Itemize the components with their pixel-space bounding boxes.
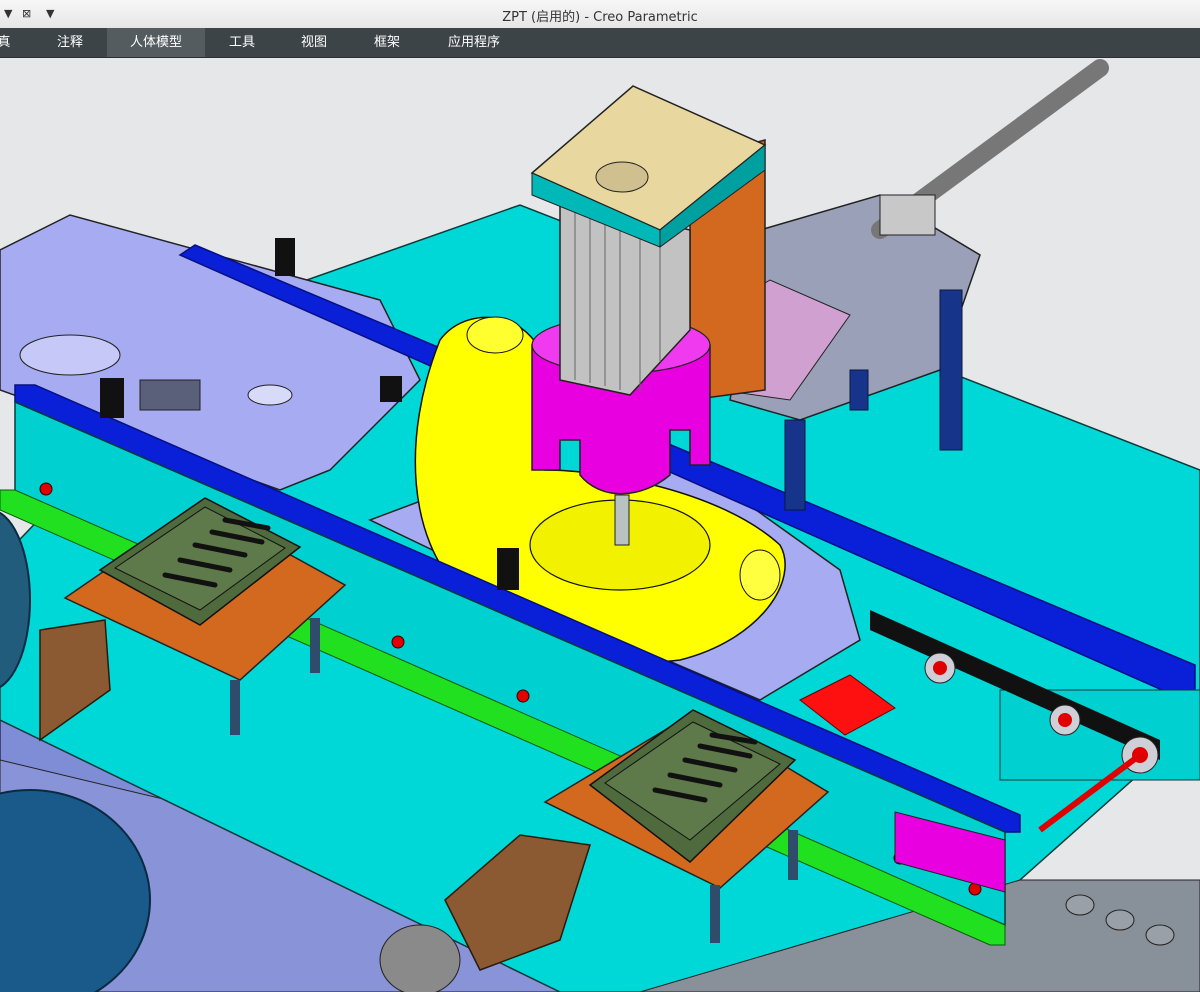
yellow-part-boss [466, 316, 524, 354]
fixture-hole [247, 384, 293, 406]
red-indicator [516, 689, 530, 703]
sensor [497, 548, 519, 590]
tray-leg [230, 680, 240, 735]
back-cyan-panel [999, 689, 1200, 781]
support-leg [849, 369, 869, 411]
sensor [275, 238, 295, 276]
title-bar: ▼ ⊠ ▼ ZPT (启用的) - Creo Parametric [0, 0, 1200, 29]
ribbon-tabs: 真 注释 人体模型 工具 视图 框架 应用程序 [0, 28, 1200, 58]
sensor [100, 378, 124, 418]
tab-view-partial[interactable]: 真 [0, 28, 14, 57]
manikin-wrist [379, 924, 461, 992]
spindle [614, 494, 630, 546]
pulley-center [933, 661, 947, 675]
sensor [380, 376, 402, 402]
pulley-center [1058, 713, 1072, 727]
fixture-pocket [139, 379, 201, 411]
window-title: ZPT (启用的) - Creo Parametric [502, 10, 698, 25]
tray-leg [788, 830, 798, 880]
tab-manikin[interactable]: 人体模型 [107, 28, 205, 57]
tab-view[interactable]: 视图 [284, 28, 344, 57]
tray-leg [310, 618, 320, 673]
tab-applications[interactable]: 应用程序 [432, 28, 516, 57]
red-indicator [39, 482, 53, 496]
tab-tools[interactable]: 工具 [212, 28, 272, 57]
support-leg [939, 289, 963, 451]
fixture-slot [19, 334, 121, 376]
cad-model-view[interactable] [0, 58, 1200, 992]
red-indicator [391, 635, 405, 649]
tray-leg [710, 885, 720, 943]
yellow-part-port [739, 549, 781, 601]
cylinder-head [879, 194, 936, 236]
tab-annotate[interactable]: 注释 [40, 28, 100, 57]
support-leg [784, 419, 806, 511]
tab-framework[interactable]: 框架 [356, 28, 418, 57]
graphics-viewport[interactable] [0, 58, 1200, 992]
top-hole [595, 161, 649, 193]
